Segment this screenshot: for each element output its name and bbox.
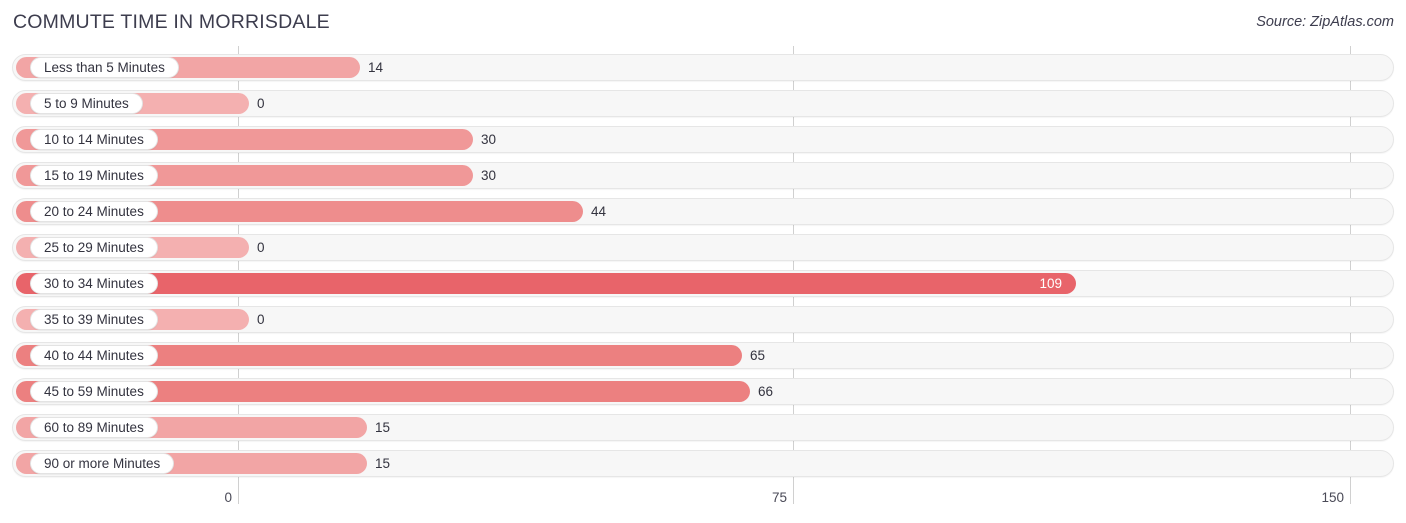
axis-tick-label-0: 0 <box>224 490 232 505</box>
bar-value-label: 30 <box>481 132 497 147</box>
axis-tick-label-150: 150 <box>1321 490 1344 505</box>
bar-category-label-text: 60 to 89 Minutes <box>44 419 144 435</box>
bar-row[interactable]: Less than 5 Minutes 14 <box>12 54 1394 81</box>
bar-category-label: 20 to 24 Minutes <box>30 201 158 222</box>
bar-value-label: 30 <box>481 168 497 183</box>
bar-rows: Less than 5 Minutes 14 5 to 9 Minutes 0 10 t… <box>0 46 1406 486</box>
bar-category-label: 45 to 59 Minutes <box>30 381 158 402</box>
bar-value-label: 109 <box>1039 276 1062 291</box>
bar-row[interactable]: 90 or more Minutes 15 <box>12 450 1394 477</box>
bar-row[interactable]: 5 to 9 Minutes 0 <box>12 90 1394 117</box>
bar-row[interactable]: 20 to 24 Minutes 44 <box>12 198 1394 225</box>
bar-category-label-text: 5 to 9 Minutes <box>44 95 129 111</box>
bar-row[interactable]: 30 to 34 Minutes 109 <box>12 270 1394 297</box>
bar-category-label-text: 10 to 14 Minutes <box>44 131 144 147</box>
bar-category-label-text: 45 to 59 Minutes <box>44 383 144 399</box>
chart-plot-area: Less than 5 Minutes 14 5 to 9 Minutes 0 10 t… <box>0 46 1406 486</box>
bar-category-label-text: 90 or more Minutes <box>44 455 161 471</box>
bar-category-label: 10 to 14 Minutes <box>30 129 158 150</box>
bar-row[interactable]: 35 to 39 Minutes 0 <box>12 306 1394 333</box>
bar-value-label: 15 <box>375 420 391 435</box>
bar-value-label: 0 <box>257 240 265 255</box>
bar-category-label: 15 to 19 Minutes <box>30 165 158 186</box>
bar-value-label: 15 <box>375 456 391 471</box>
bar-category-label: 60 to 89 Minutes <box>30 417 158 438</box>
axis-tick-mark-0 <box>238 486 239 504</box>
bar-row[interactable]: 25 to 29 Minutes 0 <box>12 234 1394 261</box>
bar-category-label-text: 20 to 24 Minutes <box>44 203 144 219</box>
bar-value-label: 0 <box>257 96 265 111</box>
bar-value-label: 0 <box>257 312 265 327</box>
bar-category-label-text: 25 to 29 Minutes <box>44 239 144 255</box>
bar-category-label-text: 35 to 39 Minutes <box>44 311 144 327</box>
bar-category-label: 90 or more Minutes <box>30 453 175 474</box>
bar-category-label: 5 to 9 Minutes <box>30 93 143 114</box>
x-axis: 0 75 150 <box>0 486 1406 523</box>
bar-category-label: 40 to 44 Minutes <box>30 345 158 366</box>
bar-row[interactable]: 10 to 14 Minutes 30 <box>12 126 1394 153</box>
bar-value-label: 66 <box>758 384 774 399</box>
bar-category-label: 35 to 39 Minutes <box>30 309 158 330</box>
bar-category-label-text: 40 to 44 Minutes <box>44 347 144 363</box>
bar-category-label: Less than 5 Minutes <box>30 57 179 78</box>
source-attribution: Source: ZipAtlas.com <box>1256 14 1394 30</box>
axis-tick-label-75: 75 <box>771 490 787 505</box>
bar-value-label: 14 <box>368 60 384 75</box>
bar-row[interactable]: 40 to 44 Minutes 65 <box>12 342 1394 369</box>
axis-tick-mark-150 <box>1350 486 1351 504</box>
bar-category-label-text: 15 to 19 Minutes <box>44 167 144 183</box>
bar-category-label-text: Less than 5 Minutes <box>44 59 165 75</box>
bar-value-label: 65 <box>750 348 766 363</box>
page-title: COMMUTE TIME IN MORRISDALE <box>13 11 330 33</box>
bar-value-label: 44 <box>591 204 607 219</box>
chart-header: COMMUTE TIME IN MORRISDALE Source: ZipAt… <box>0 0 1406 46</box>
bar-row[interactable]: 45 to 59 Minutes 66 <box>12 378 1394 405</box>
bar-row[interactable]: 15 to 19 Minutes 30 <box>12 162 1394 189</box>
axis-tick-mark-75 <box>793 486 794 504</box>
bar-row[interactable]: 60 to 89 Minutes 15 <box>12 414 1394 441</box>
bar-category-label: 25 to 29 Minutes <box>30 237 158 258</box>
